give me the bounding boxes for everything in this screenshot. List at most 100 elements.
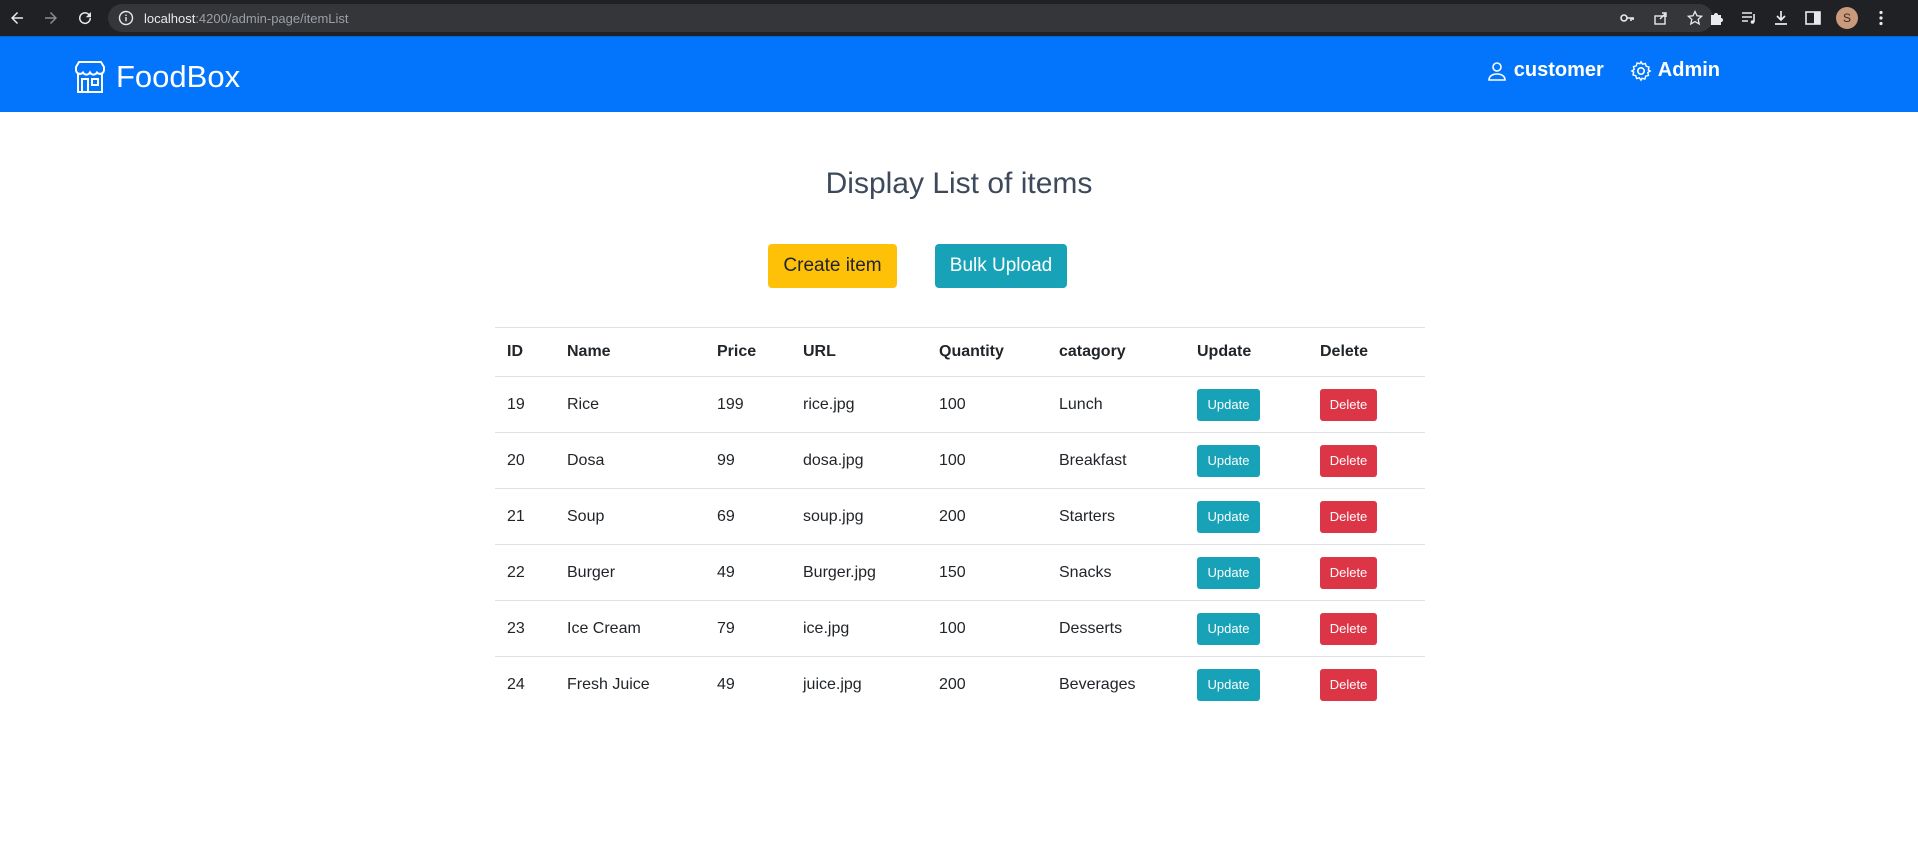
update-button[interactable]: Update xyxy=(1197,500,1260,533)
column-header-url: URL xyxy=(791,327,927,377)
cell-price: 199 xyxy=(705,376,791,433)
items-table: ID Name Price URL Quantity catagory Upda… xyxy=(495,327,1425,712)
brand[interactable]: FoodBox xyxy=(72,59,240,95)
address-bar[interactable]: localhost:4200/admin-page/itemList xyxy=(108,4,1713,32)
cell-price: 69 xyxy=(705,488,791,545)
cell-category: Desserts xyxy=(1047,600,1185,657)
cell-category: Snacks xyxy=(1047,544,1185,601)
column-header-delete: Delete xyxy=(1308,327,1425,377)
table-row: 23 Ice Cream 79 ice.jpg 100 Desserts Upd… xyxy=(495,600,1425,657)
arrow-left-icon xyxy=(11,12,23,24)
column-header-price: Price xyxy=(705,327,791,377)
table-row: 20 Dosa 99 dosa.jpg 100 Breakfast Update… xyxy=(495,432,1425,489)
cell-delete: Delete xyxy=(1308,376,1425,433)
cell-category: Breakfast xyxy=(1047,432,1185,489)
cell-category: Lunch xyxy=(1047,376,1185,433)
side-panel-icon[interactable] xyxy=(1804,9,1822,27)
star-icon[interactable] xyxy=(1687,10,1703,26)
table-row: 21 Soup 69 soup.jpg 200 Starters Update … xyxy=(495,488,1425,545)
cell-price: 79 xyxy=(705,600,791,657)
shop-icon xyxy=(72,59,108,95)
media-icon[interactable] xyxy=(1740,9,1758,27)
update-button[interactable]: Update xyxy=(1197,556,1260,589)
cell-id: 22 xyxy=(495,544,555,601)
delete-button[interactable]: Delete xyxy=(1320,556,1377,589)
back-button[interactable] xyxy=(0,0,34,36)
cell-name: Rice xyxy=(555,376,705,433)
delete-button[interactable]: Delete xyxy=(1320,668,1377,701)
cell-category: Starters xyxy=(1047,488,1185,545)
update-button[interactable]: Update xyxy=(1197,612,1260,645)
table-row: 24 Fresh Juice 49 juice.jpg 200 Beverage… xyxy=(495,656,1425,712)
cell-name: Dosa xyxy=(555,432,705,489)
cell-name: Ice Cream xyxy=(555,600,705,657)
app-navbar: FoodBox customer Admin xyxy=(0,36,1918,112)
cell-delete: Delete xyxy=(1308,600,1425,657)
cell-update: Update xyxy=(1185,488,1308,545)
download-icon[interactable] xyxy=(1772,9,1790,27)
cell-update: Update xyxy=(1185,600,1308,657)
cell-price: 49 xyxy=(705,656,791,712)
table-row: 19 Rice 199 rice.jpg 100 Lunch Update De… xyxy=(495,376,1425,433)
reload-button[interactable] xyxy=(68,0,102,36)
cell-quantity: 100 xyxy=(927,432,1047,489)
profile-avatar[interactable]: S xyxy=(1836,7,1858,29)
nav-admin-link[interactable]: Admin xyxy=(1630,59,1720,82)
cell-quantity: 100 xyxy=(927,376,1047,433)
cell-delete: Delete xyxy=(1308,488,1425,545)
cell-url: soup.jpg xyxy=(791,488,927,545)
nav-admin-label: Admin xyxy=(1657,59,1720,81)
extensions-icon[interactable] xyxy=(1708,9,1726,27)
cell-url: Burger.jpg xyxy=(791,544,927,601)
column-header-update: Update xyxy=(1185,327,1308,377)
cell-id: 23 xyxy=(495,600,555,657)
column-header-quantity: Quantity xyxy=(927,327,1047,377)
create-item-button[interactable]: Create item xyxy=(768,244,897,288)
reload-icon xyxy=(79,12,92,25)
cell-delete: Delete xyxy=(1308,656,1425,712)
cell-name: Fresh Juice xyxy=(555,656,705,712)
cell-update: Update xyxy=(1185,376,1308,433)
cell-update: Update xyxy=(1185,656,1308,712)
update-button[interactable]: Update xyxy=(1197,668,1260,701)
update-button[interactable]: Update xyxy=(1197,388,1260,421)
brand-name: FoodBox xyxy=(116,59,241,94)
delete-button[interactable]: Delete xyxy=(1320,444,1377,477)
key-icon[interactable] xyxy=(1619,10,1635,26)
arrow-right-icon xyxy=(45,12,57,24)
delete-button[interactable]: Delete xyxy=(1320,612,1377,645)
cell-id: 24 xyxy=(495,656,555,712)
nav-customer-link[interactable]: customer xyxy=(1486,59,1604,82)
cell-url: ice.jpg xyxy=(791,600,927,657)
column-header-id: ID xyxy=(495,327,555,377)
cell-delete: Delete xyxy=(1308,544,1425,601)
cell-update: Update xyxy=(1185,544,1308,601)
cell-id: 21 xyxy=(495,488,555,545)
cell-url: dosa.jpg xyxy=(791,432,927,489)
url-path: :4200/admin-page/itemList xyxy=(195,10,349,26)
delete-button[interactable]: Delete xyxy=(1320,500,1377,533)
nav-customer-label: customer xyxy=(1513,59,1604,81)
table-header-row: ID Name Price URL Quantity catagory Upda… xyxy=(495,327,1425,377)
menu-icon[interactable] xyxy=(1872,9,1890,27)
cell-id: 19 xyxy=(495,376,555,433)
bulk-upload-button[interactable]: Bulk Upload xyxy=(935,244,1067,288)
update-button[interactable]: Update xyxy=(1197,444,1260,477)
cell-name: Burger xyxy=(555,544,705,601)
column-header-name: Name xyxy=(555,327,705,377)
action-bar: Create item Bulk Upload xyxy=(768,244,1067,288)
table-row: 22 Burger 49 Burger.jpg 150 Snacks Updat… xyxy=(495,544,1425,601)
delete-button[interactable]: Delete xyxy=(1320,388,1377,421)
cell-quantity: 200 xyxy=(927,656,1047,712)
forward-button[interactable] xyxy=(34,0,68,36)
cell-update: Update xyxy=(1185,432,1308,489)
cell-price: 49 xyxy=(705,544,791,601)
share-icon[interactable] xyxy=(1653,10,1669,26)
gear-icon xyxy=(1630,59,1652,82)
page-title: Display List of items xyxy=(825,167,1093,200)
cell-name: Soup xyxy=(555,488,705,545)
column-header-category: catagory xyxy=(1047,327,1185,377)
cell-id: 20 xyxy=(495,432,555,489)
info-icon[interactable] xyxy=(118,10,134,26)
person-icon xyxy=(1486,60,1508,82)
